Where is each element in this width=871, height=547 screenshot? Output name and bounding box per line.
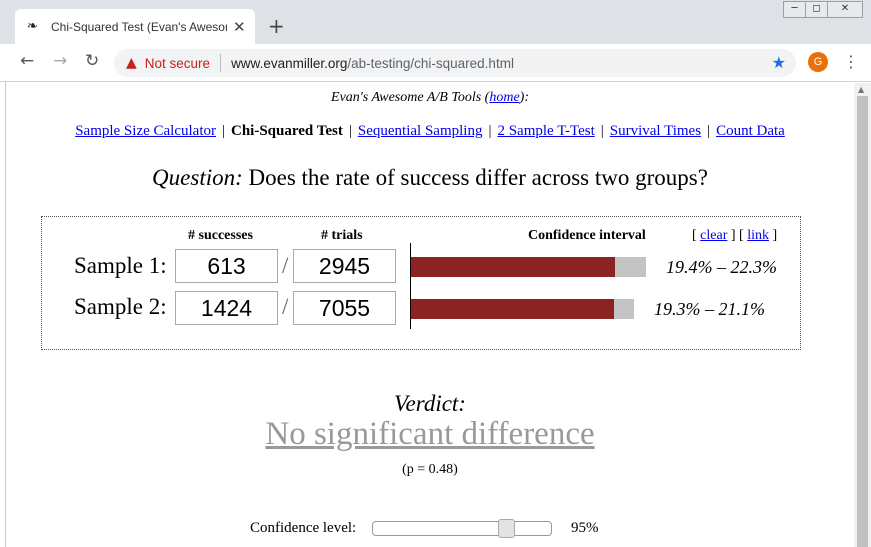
sample-2-successes-input[interactable]: 1424 <box>175 291 278 325</box>
scrollbar-thumb[interactable] <box>857 96 868 547</box>
sample-1-slash: / <box>282 253 289 278</box>
nav-separator: | <box>600 123 604 139</box>
confidence-level-label: Confidence level: <box>250 520 357 536</box>
reload-icon[interactable]: ↻ <box>85 51 99 71</box>
back-arrow-icon[interactable]: ← <box>20 51 34 71</box>
ci-column-header: Confidence interval <box>528 228 646 243</box>
sample-2-trials-input[interactable]: 7055 <box>293 291 396 325</box>
verdict-label: Verdict: <box>394 391 466 416</box>
sample-2-slash: / <box>282 294 289 319</box>
p-value: (p = 0.48) <box>402 462 458 477</box>
nav-item-chi-squared-test: Chi-Squared Test <box>231 123 343 139</box>
sample-1-ci-text: 19.4% – 22.3% <box>666 257 777 277</box>
home-link[interactable]: home <box>489 90 519 105</box>
confidence-slider[interactable] <box>372 521 552 536</box>
kebab-menu-icon[interactable]: ⋮ <box>843 52 859 71</box>
header-suffix: ): <box>519 90 529 105</box>
ci-axis-line <box>410 243 411 329</box>
question-label: Question: <box>152 165 243 190</box>
verdict-result[interactable]: No significant difference <box>6 416 854 453</box>
trials-column-header: # trials <box>321 228 363 243</box>
calculator-panel: # successes # trials Confidence interval… <box>41 216 801 350</box>
nav-separator: | <box>488 123 492 139</box>
new-tab-button[interactable]: + <box>268 14 285 38</box>
tab-title: Chi-Squared Test (Evan's Awesom <box>51 19 227 34</box>
successes-column-header: # successes <box>188 228 253 243</box>
sample-1-ci-bar-fill <box>411 257 616 277</box>
profile-avatar[interactable]: G <box>808 52 828 72</box>
close-window-button[interactable]: ✕ <box>828 2 862 17</box>
window-controls: ─ ◻ ✕ <box>783 1 863 18</box>
nav-separator: | <box>707 123 711 139</box>
nav-item-sample-size-calculator[interactable]: Sample Size Calculator <box>75 123 216 139</box>
sample-2-ci-bar <box>411 299 634 319</box>
bookmark-star-icon[interactable]: ★ <box>772 53 786 72</box>
tab-close-icon[interactable]: ✕ <box>233 18 246 36</box>
question-text: Does the rate of success differ across t… <box>242 165 708 190</box>
warning-triangle-icon: ▲ <box>126 55 137 71</box>
confidence-slider-thumb[interactable] <box>497 519 515 538</box>
ci-links: [ clear ] [ link ] <box>692 228 778 243</box>
sample-1-ci-bar <box>411 257 646 277</box>
sample-1-successes-input[interactable]: 613 <box>175 249 278 283</box>
browser-tab[interactable]: ❧ Chi-Squared Test (Evan's Awesom ✕ <box>15 9 255 44</box>
nav-separator: | <box>221 123 225 139</box>
nav-item-sequential-sampling[interactable]: Sequential Sampling <box>358 123 483 139</box>
confidence-level-value: 95% <box>571 520 599 536</box>
restore-button[interactable]: ◻ <box>806 2 828 17</box>
nav-item-survival-times[interactable]: Survival Times <box>610 123 701 139</box>
url-host: www.evanmiller.org <box>231 55 348 71</box>
tool-navigation: Sample Size Calculator | Chi-Squared Test |… <box>6 123 854 140</box>
sample-1-trials-input[interactable]: 2945 <box>293 249 396 283</box>
header-prefix: Evan's Awesome A/B Tools ( <box>331 90 490 105</box>
sample-2-ci-bar-fill <box>411 299 614 319</box>
nav-item-2-sample-t-test[interactable]: 2 Sample T-Test <box>497 123 594 139</box>
browser-toolbar: ← → ↻ ▲ Not secure www.evanmiller.org /a… <box>0 44 871 82</box>
scroll-up-arrow-icon[interactable]: ▲ <box>858 85 864 94</box>
site-header: Evan's Awesome A/B Tools (home): <box>6 90 854 106</box>
browser-titlebar: ❧ Chi-Squared Test (Evan's Awesom ✕ + ─ … <box>0 0 871 44</box>
sample-1-label: Sample 1: <box>74 253 167 278</box>
forward-arrow-icon[interactable]: → <box>53 51 67 71</box>
minimize-button[interactable]: ─ <box>784 2 806 17</box>
permalink-link[interactable]: link <box>747 228 769 243</box>
question-heading: Question: Does the rate of success diffe… <box>6 165 854 191</box>
clear-link[interactable]: clear <box>700 228 727 243</box>
sample-2-label: Sample 2: <box>74 294 167 319</box>
nav-item-count-data[interactable]: Count Data <box>716 123 785 139</box>
leaf-favicon-icon: ❧ <box>27 19 38 34</box>
nav-separator: | <box>348 123 352 139</box>
not-secure-label[interactable]: Not secure <box>145 56 210 71</box>
address-divider <box>220 54 222 72</box>
address-bar[interactable]: ▲ Not secure www.evanmiller.org /ab-test… <box>114 49 796 77</box>
url-path: /ab-testing/chi-squared.html <box>347 55 514 71</box>
sample-2-ci-text: 19.3% – 21.1% <box>654 299 765 319</box>
